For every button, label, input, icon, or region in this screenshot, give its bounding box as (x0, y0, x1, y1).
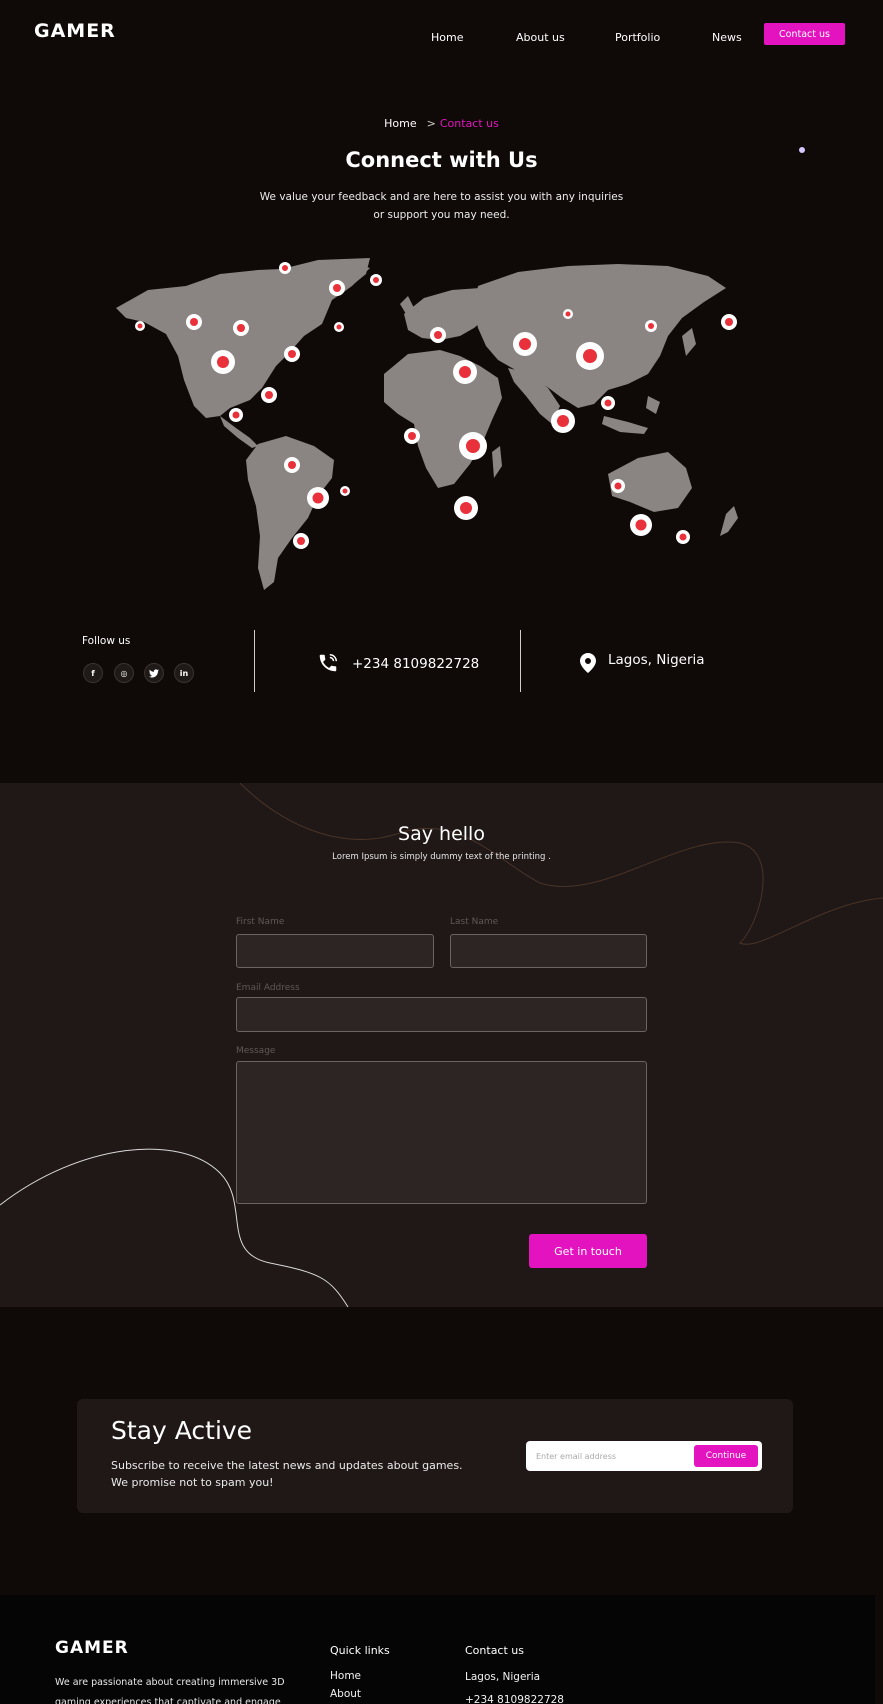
phone-icon (319, 654, 337, 672)
facebook-icon[interactable]: f (83, 663, 103, 683)
email-input[interactable] (236, 997, 647, 1032)
last-name-label: Last Name (450, 917, 499, 927)
contact-us-button[interactable]: Contact us (764, 23, 845, 45)
form-subtitle: Lorem Ipsum is simply dummy text of the … (332, 852, 551, 862)
phone-number[interactable]: +234 8109822728 (352, 656, 479, 672)
location-pin-icon (580, 653, 596, 673)
map-land (116, 258, 738, 590)
footer-link-about[interactable]: About (330, 1688, 361, 1700)
message-label: Message (236, 1046, 276, 1056)
last-name-input[interactable] (450, 934, 647, 968)
breadcrumb-current: Contact us (439, 117, 499, 130)
decorative-dot (799, 147, 805, 153)
footer-about-text: We are passionate about creating immersi… (55, 1677, 285, 1704)
world-map (116, 258, 738, 590)
breadcrumb: Home > Contact us (0, 117, 883, 130)
email-label: Email Address (236, 983, 300, 993)
newsletter-text: Subscribe to receive the latest news and… (111, 1459, 463, 1489)
newsletter-title: Stay Active (111, 1416, 253, 1445)
twitter-icon[interactable] (144, 663, 164, 683)
first-name-input[interactable] (236, 934, 434, 968)
page-title: Connect with Us (345, 148, 538, 172)
newsletter-email-input[interactable] (536, 1446, 686, 1466)
nav-about[interactable]: About us (516, 31, 565, 44)
first-name-label: First Name (236, 917, 285, 927)
breadcrumb-home[interactable]: Home (384, 117, 416, 130)
footer-link-home[interactable]: Home (330, 1670, 361, 1682)
quick-links-title: Quick links (330, 1644, 390, 1657)
nav-news[interactable]: News (712, 31, 742, 44)
brand-logo[interactable]: GAMER (34, 20, 116, 42)
divider (254, 630, 255, 692)
newsletter-continue-button[interactable]: Continue (694, 1445, 758, 1467)
linkedin-icon[interactable]: in (174, 663, 194, 683)
get-in-touch-button[interactable]: Get in touch (529, 1234, 647, 1268)
footer-contact-title: Contact us (465, 1644, 524, 1657)
divider (520, 630, 521, 692)
nav-home[interactable]: Home (431, 31, 463, 44)
twitter-glyph (149, 668, 159, 677)
form-title: Say hello (398, 823, 485, 845)
message-textarea[interactable] (236, 1061, 647, 1204)
page-subtitle: We value your feedback and are here to a… (259, 191, 624, 221)
location-text: Lagos, Nigeria (608, 652, 705, 668)
footer-phone: +234 8109822728 (465, 1694, 564, 1704)
footer-logo[interactable]: GAMER (55, 1638, 129, 1658)
nav-portfolio[interactable]: Portfolio (615, 31, 660, 44)
follow-us-label: Follow us (82, 635, 131, 647)
footer-location: Lagos, Nigeria (465, 1671, 541, 1683)
instagram-icon[interactable]: ◎ (114, 663, 134, 683)
breadcrumb-separator: > (426, 117, 436, 130)
